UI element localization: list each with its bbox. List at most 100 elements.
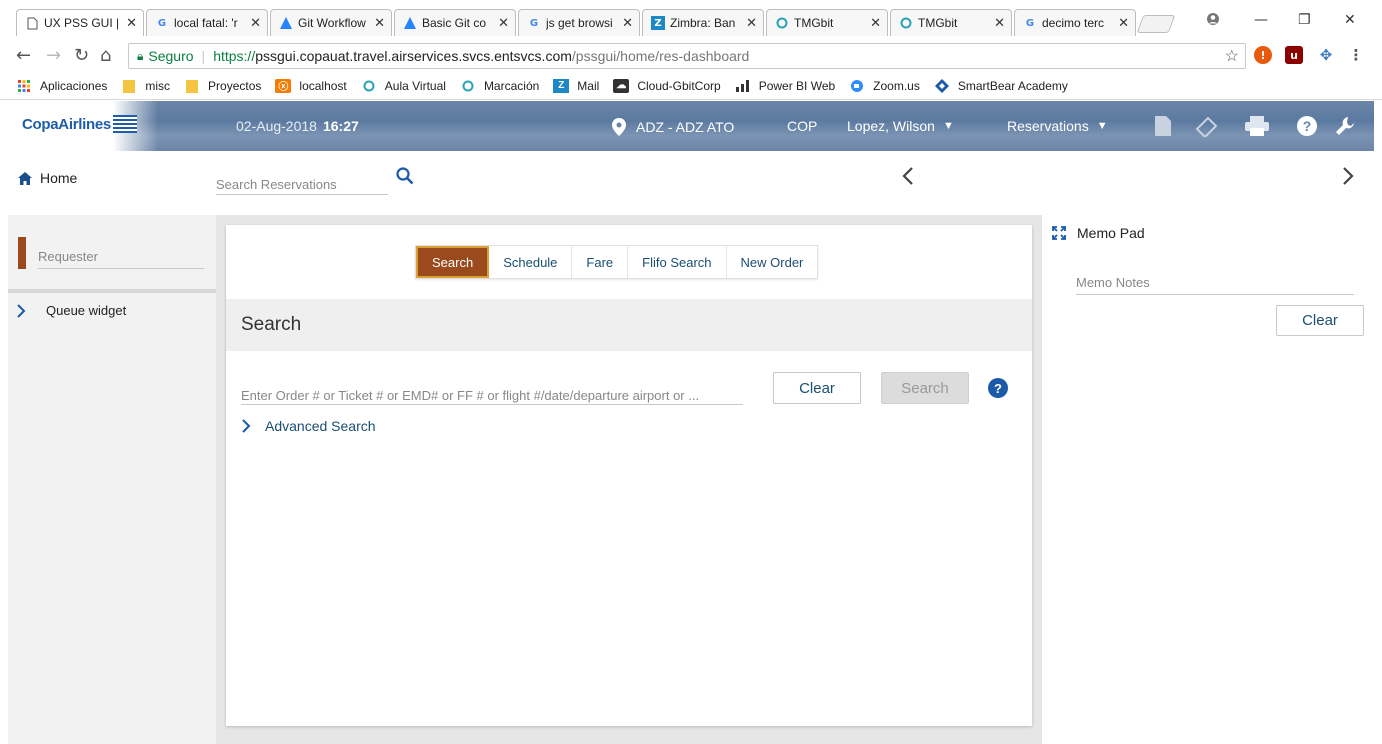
order-search-input[interactable]: [241, 379, 743, 405]
minimize-icon[interactable]: —: [1254, 12, 1268, 28]
zoom-icon: [849, 79, 865, 93]
bookmark-item[interactable]: ⓧ localhost: [275, 78, 347, 93]
document-icon[interactable]: [1151, 114, 1175, 138]
folder-icon: [121, 79, 137, 93]
xampp-icon: ⓧ: [275, 78, 292, 93]
search-icon[interactable]: [396, 167, 414, 190]
bookmarks-bar: Aplicaciones misc Proyectos ⓧ localhost …: [0, 72, 1382, 100]
bookmark-label: Cloud-GbitCorp: [637, 78, 721, 93]
browser-tab-title: Zimbra: Ban: [670, 16, 736, 30]
menu-dots-icon[interactable]: ⋮: [1347, 46, 1365, 64]
home-icon[interactable]: ⌂: [100, 45, 111, 66]
browser-tab[interactable]: TMGbit ✕: [890, 9, 1012, 36]
browser-tab-title: UX PSS GUI |: [44, 16, 120, 30]
tab-search[interactable]: Search: [416, 246, 490, 278]
google-icon: G: [1025, 17, 1035, 29]
browser-tab-title: TMGbit: [918, 16, 958, 30]
requester-box: [8, 215, 216, 289]
browser-tab[interactable]: Z Zimbra: Ban ✕: [642, 9, 764, 36]
bookmark-item[interactable]: Aplicaciones: [16, 79, 107, 93]
close-tab-icon[interactable]: ✕: [622, 16, 633, 31]
close-tab-icon[interactable]: ✕: [1118, 16, 1129, 31]
browser-tab[interactable]: G local fatal: 'r ✕: [146, 9, 268, 36]
help-icon[interactable]: ?: [988, 378, 1008, 398]
forward-icon[interactable]: →: [46, 45, 61, 66]
memo-pad-header[interactable]: Memo Pad: [1052, 225, 1145, 241]
search-row: Home: [8, 151, 1374, 205]
search-tabs: Search Schedule Fare Flifo Search New Or…: [415, 245, 819, 279]
requester-input[interactable]: [38, 245, 204, 269]
svg-text:?: ?: [1303, 118, 1312, 134]
browser-tab[interactable]: G js get browsi ✕: [518, 9, 640, 36]
close-tab-icon[interactable]: ✕: [250, 16, 261, 31]
back-icon[interactable]: ←: [16, 45, 31, 66]
tab-new-order[interactable]: New Order: [726, 246, 818, 278]
browser-tab[interactable]: Basic Git co ✕: [394, 9, 516, 36]
wrench-icon[interactable]: [1333, 114, 1357, 138]
bookmark-item[interactable]: Power BI Web: [735, 79, 835, 93]
new-tab-button[interactable]: [1136, 15, 1176, 33]
memo-notes-input[interactable]: [1076, 271, 1354, 295]
bookmark-item[interactable]: Proyectos: [184, 79, 261, 93]
apps-grid-icon: [16, 79, 32, 93]
bookmark-item[interactable]: SmartBear Academy: [934, 78, 1068, 93]
browser-tab-title: Basic Git co: [422, 16, 487, 30]
restore-icon[interactable]: ❐: [1298, 12, 1311, 28]
close-tab-icon[interactable]: ✕: [374, 16, 385, 31]
ublock-icon[interactable]: u: [1285, 46, 1303, 64]
ticket-icon[interactable]: [1194, 114, 1218, 138]
bookmark-item[interactable]: ☁ Cloud-GbitCorp: [613, 78, 721, 93]
location-pin-icon: [612, 118, 626, 136]
reload-icon[interactable]: ↻: [74, 45, 89, 66]
page-icon: [25, 16, 39, 30]
memo-clear-button[interactable]: Clear: [1276, 305, 1364, 336]
app-header: CopaAirlines 02-Aug-2018 16:27 ADZ - ADZ …: [8, 101, 1374, 151]
powerbi-icon: [735, 79, 751, 93]
help-icon[interactable]: ?: [1295, 114, 1319, 138]
tab-schedule[interactable]: Schedule: [489, 246, 573, 278]
browser-tab[interactable]: G decimo terc ✕: [1014, 9, 1136, 36]
zimbra-icon: Z: [651, 16, 665, 30]
close-tab-icon[interactable]: ✕: [126, 16, 137, 31]
close-tab-icon[interactable]: ✕: [498, 16, 509, 31]
close-tab-icon[interactable]: ✕: [870, 16, 881, 31]
location-selector[interactable]: ADZ - ADZ ATO: [612, 118, 734, 136]
tab-fare[interactable]: Fare: [572, 246, 629, 278]
extension-icon[interactable]: ✥: [1317, 46, 1335, 64]
clear-button[interactable]: Clear: [773, 372, 861, 404]
currency-label[interactable]: COP: [787, 118, 817, 134]
bookmark-item[interactable]: Zoom.us: [849, 79, 920, 93]
bookmark-star-icon[interactable]: ☆: [1225, 46, 1239, 66]
close-tab-icon[interactable]: ✕: [994, 16, 1005, 31]
chevron-right-icon: [17, 303, 26, 318]
browser-tab[interactable]: Git Workflow ✕: [270, 9, 392, 36]
search-reservations-input[interactable]: [216, 169, 388, 195]
bookmark-item[interactable]: Z Mail: [553, 78, 599, 93]
home-link[interactable]: Home: [18, 170, 77, 186]
window-close-icon[interactable]: ✕: [1344, 12, 1356, 28]
reservations-menu[interactable]: Reservations ▼: [1007, 118, 1108, 134]
atlassian-icon: [403, 16, 417, 30]
bookmark-item[interactable]: Aula Virtual: [361, 79, 446, 93]
queue-widget-toggle[interactable]: Queue widget: [16, 303, 126, 318]
close-tab-icon[interactable]: ✕: [746, 16, 757, 31]
print-icon[interactable]: [1245, 114, 1269, 138]
google-icon: G: [157, 17, 167, 29]
url-bar[interactable]: 🔒︎ Seguro | https:// pssgui.copauat.trav…: [128, 43, 1246, 69]
bookmark-item[interactable]: misc: [121, 79, 170, 93]
browser-tab[interactable]: UX PSS GUI | ✕: [16, 9, 144, 36]
search-button[interactable]: Search: [881, 372, 969, 404]
bookmark-item[interactable]: Marcación: [460, 79, 539, 93]
user-menu[interactable]: Lopez, Wilson ▼: [847, 118, 954, 134]
chevron-left-icon[interactable]: [902, 166, 914, 191]
browser-tab[interactable]: TMGbit ✕: [766, 9, 888, 36]
advanced-search-toggle[interactable]: Advanced Search: [241, 418, 376, 434]
chevron-right-icon: [242, 419, 251, 433]
tab-flifo-search[interactable]: Flifo Search: [628, 246, 727, 278]
profile-icon[interactable]: [1206, 12, 1220, 30]
copa-logo[interactable]: CopaAirlines: [22, 115, 137, 133]
bookmark-label: Power BI Web: [758, 78, 836, 93]
chevron-right-icon[interactable]: [1342, 166, 1354, 191]
extension-alert-icon[interactable]: !: [1254, 46, 1272, 64]
url-scheme: https://: [213, 48, 256, 64]
